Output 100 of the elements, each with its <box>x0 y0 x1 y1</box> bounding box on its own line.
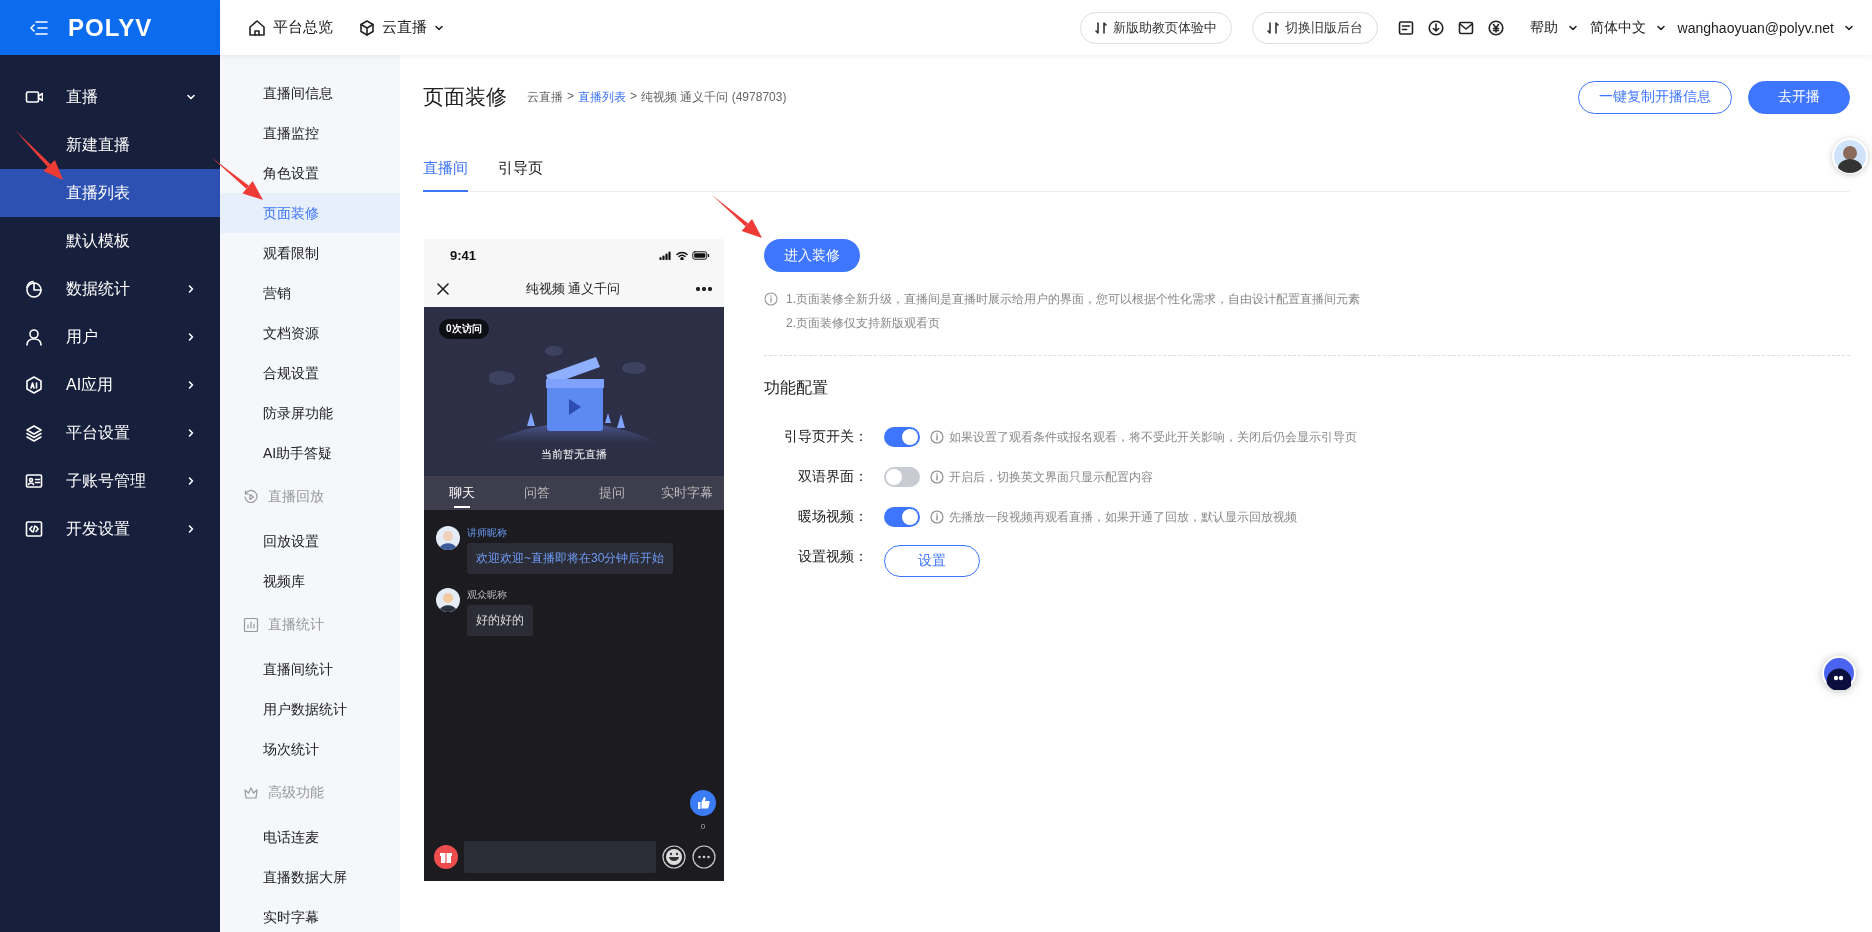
breadcrumb-item: 纯视频 通义千问 (4978703) <box>641 88 787 106</box>
nickname: 讲师昵称 <box>467 526 508 540</box>
section-title: 功能配置 <box>764 378 829 398</box>
hint-text: 开启后，切换英文界面只显示配置内容 <box>949 468 1153 486</box>
chevron-right-icon <box>186 524 196 534</box>
avatar-icon <box>436 526 460 550</box>
enter-decoration-button[interactable]: 进入装修 <box>764 239 860 272</box>
sidebar-item[interactable]: 用户 <box>0 313 220 361</box>
setting-label: 暖场视频： <box>797 508 869 526</box>
subnav-item[interactable]: 防录屏功能 <box>220 393 400 433</box>
subnav-item[interactable]: 直播监控 <box>220 113 400 153</box>
more-icon[interactable] <box>692 845 716 869</box>
subnav-item[interactable]: 用户数据统计 <box>220 689 400 729</box>
gift-icon[interactable] <box>434 845 458 869</box>
subnav-item[interactable]: 直播间信息 <box>220 73 400 113</box>
subnav-item[interactable]: 场次统计 <box>220 729 400 769</box>
sidebar-item[interactable]: 子账号管理 <box>0 457 220 505</box>
subnav-item[interactable]: 实时字幕 <box>220 897 400 932</box>
subnav-item[interactable]: 视频库 <box>220 561 400 601</box>
toggle-switch[interactable] <box>884 467 920 487</box>
page-tab[interactable]: 直播间 <box>423 159 468 192</box>
nav-group-title: 直播回放 <box>220 473 400 521</box>
info-icon <box>930 470 944 484</box>
menu-dropdown[interactable]: 简体中文 <box>1589 18 1666 37</box>
nav-link[interactable]: 平台总览 <box>248 18 333 37</box>
thumbs-up-button-icon[interactable] <box>690 790 716 816</box>
nav-link[interactable]: 云直播 <box>359 18 444 37</box>
subnav-item[interactable]: 回放设置 <box>220 521 400 561</box>
copy-info-button[interactable]: 一键复制开播信息 <box>1578 80 1732 114</box>
toggle-switch[interactable] <box>884 507 920 527</box>
subnav-item[interactable]: 合规设置 <box>220 353 400 393</box>
yuan-icon[interactable] <box>1487 19 1504 36</box>
clock-time: 9:41 <box>450 247 477 263</box>
mail-icon[interactable] <box>1457 19 1474 36</box>
note-text: 1.页面装修全新升级，直播间是直播时展示给用户的界面，您可以根据个性化需求，自由设计配置直播间元素 <box>786 291 1360 308</box>
no-live-message: 当前暂无直播 <box>541 447 607 462</box>
subnav-item[interactable]: 营销 <box>220 273 400 313</box>
nav-group-title: 高级功能 <box>220 769 400 817</box>
id-card-icon <box>25 472 43 490</box>
user-icon <box>25 328 43 346</box>
subnav-item[interactable]: AI助手答疑 <box>220 433 400 473</box>
menu-dropdown[interactable]: 帮助 <box>1529 18 1578 37</box>
replay-icon <box>243 489 259 505</box>
assistant-bot-icon[interactable] <box>1822 656 1856 690</box>
sidebar-subitem[interactable]: 新建直播 <box>0 121 220 169</box>
setting-label: 引导页开关： <box>783 428 869 446</box>
home-icon <box>248 18 266 37</box>
sidebar-item[interactable]: 数据统计 <box>0 265 220 313</box>
subnav-item[interactable]: 页面装修 <box>220 193 400 233</box>
download-icon[interactable] <box>1427 19 1444 36</box>
page-title: 页面装修 <box>423 84 507 110</box>
emoji-icon[interactable] <box>662 845 686 869</box>
subnav-item[interactable]: 直播间统计 <box>220 649 400 689</box>
subnav-item[interactable]: 电话连麦 <box>220 817 400 857</box>
chevron-right-icon <box>186 284 196 294</box>
subnav-item[interactable]: 直播数据大屏 <box>220 857 400 897</box>
breadcrumb-separator: > <box>630 88 638 105</box>
layers-icon <box>25 424 43 442</box>
page-tab[interactable]: 引导页 <box>498 159 543 192</box>
breadcrumb-link[interactable]: 直播列表 <box>578 88 626 106</box>
sidebar-item[interactable]: 平台设置 <box>0 409 220 457</box>
chat-tab[interactable]: 聊天 <box>424 476 499 510</box>
sidebar-subitem[interactable]: 默认模板 <box>0 217 220 265</box>
close-icon[interactable] <box>436 282 450 296</box>
sidebar-item[interactable]: 开发设置 <box>0 505 220 553</box>
chat-tab[interactable]: 实时字幕 <box>649 476 724 510</box>
code-icon <box>25 520 43 538</box>
subnav-item[interactable]: 角色设置 <box>220 153 400 193</box>
menu-icon[interactable] <box>30 19 48 36</box>
switch-button[interactable]: 新版助教页体验中 <box>1079 11 1232 44</box>
more-icon[interactable] <box>696 287 712 291</box>
chevron-down-icon <box>186 92 196 102</box>
like-count: 0 <box>700 822 706 831</box>
sidebar-item[interactable]: AI应用 <box>0 361 220 409</box>
video-camera-icon <box>25 88 43 106</box>
set-video-button[interactable]: 设置 <box>884 544 980 577</box>
notes-icon[interactable] <box>1397 19 1414 36</box>
message-bubble: 欢迎欢迎~直播即将在30分钟后开始 <box>467 543 674 574</box>
subnav-item[interactable]: 观看限制 <box>220 233 400 273</box>
sidebar-item[interactable]: 直播 <box>0 73 220 121</box>
sidebar-subitem[interactable]: 直播列表 <box>0 169 220 217</box>
crown-icon <box>243 785 259 801</box>
avatar-icon <box>436 588 460 612</box>
chevron-right-icon <box>186 428 196 438</box>
chat-tab[interactable]: 问答 <box>499 476 574 510</box>
subnav-item[interactable]: 文档资源 <box>220 313 400 353</box>
chat-tab[interactable]: 提问 <box>574 476 649 510</box>
wifi-icon <box>676 250 688 260</box>
setting-label: 双语界面： <box>797 468 869 486</box>
pointer-arrow <box>15 130 63 180</box>
logo: POLYV <box>68 13 153 42</box>
pie-chart-icon <box>25 280 43 298</box>
menu-dropdown[interactable]: wanghaoyuan@polyv.net <box>1677 19 1854 36</box>
avatar-icon[interactable] <box>1832 138 1868 174</box>
visit-count-badge: 0次访问 <box>439 319 489 339</box>
toggle-switch[interactable] <box>884 427 920 447</box>
switch-button[interactable]: 切换旧版后台 <box>1251 11 1378 44</box>
message-bubble: 好的好的 <box>467 605 533 636</box>
breadcrumb-separator: > <box>567 88 574 105</box>
go-live-button[interactable]: 去开播 <box>1748 80 1850 114</box>
